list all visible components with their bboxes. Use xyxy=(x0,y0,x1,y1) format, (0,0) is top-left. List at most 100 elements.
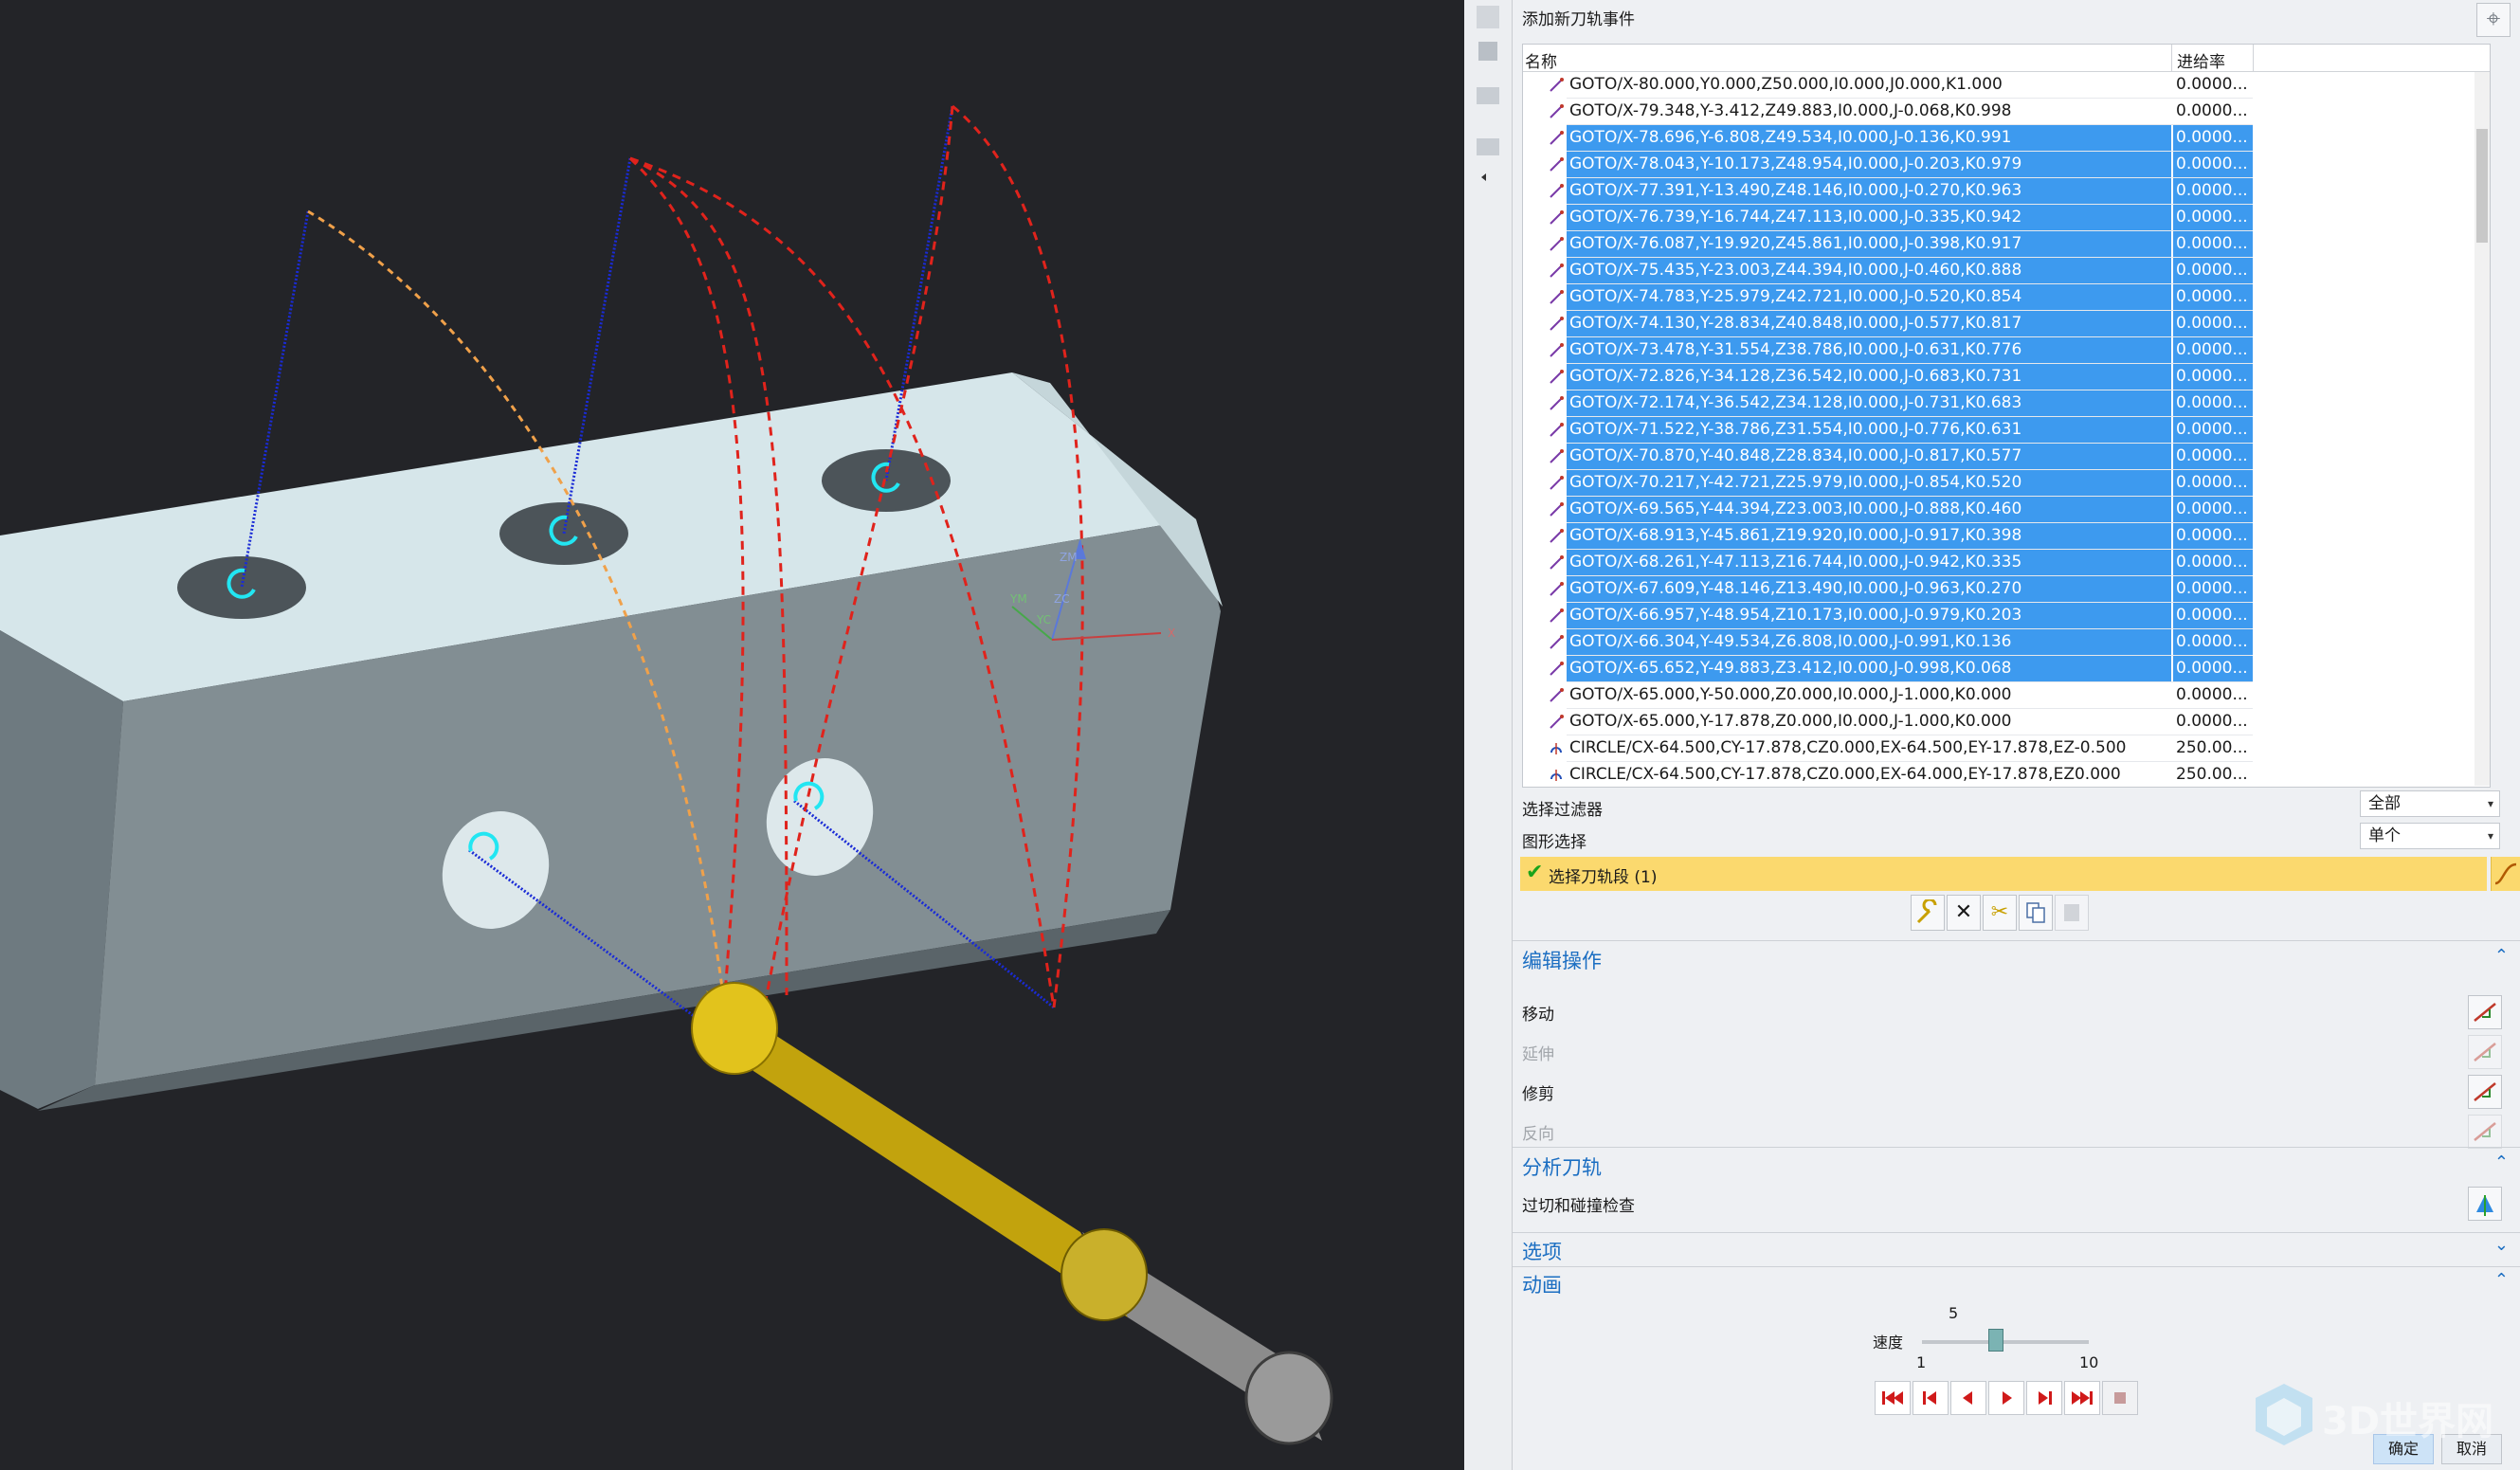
column-header-feed[interactable]: 进给率 xyxy=(2177,48,2225,72)
axis-label-zm: ZM xyxy=(1060,551,1078,564)
list-item[interactable]: GOTO/X-65.000,Y-17.878,Z0.000,I0.000,J-1… xyxy=(1523,709,2475,735)
axis-label-yc: YC xyxy=(1036,613,1051,626)
stop-button[interactable] xyxy=(2102,1381,2138,1415)
play-reverse-icon xyxy=(1963,1391,1972,1405)
step-back-button[interactable] xyxy=(1913,1381,1949,1415)
list-item[interactable]: GOTO/X-66.304,Y-49.534,Z6.808,I0.000,J-0… xyxy=(1523,629,2475,656)
list-item[interactable]: CIRCLE/CX-64.500,CY-17.878,CZ0.000,EX-64… xyxy=(1523,762,2475,787)
linear-motion-icon xyxy=(1550,449,1564,463)
list-item[interactable]: GOTO/X-69.565,Y-44.394,Z23.003,I0.000,J-… xyxy=(1523,497,2475,523)
paste-button[interactable] xyxy=(2055,895,2089,931)
step-back-icon xyxy=(1923,1391,1936,1405)
fast-forward-to-end-button[interactable] xyxy=(2064,1381,2100,1415)
options-section[interactable]: 选项 xyxy=(1522,1237,1562,1265)
list-item[interactable]: GOTO/X-66.957,Y-48.954,Z10.173,I0.000,J-… xyxy=(1523,603,2475,629)
chevron-up-icon[interactable]: ⌃ xyxy=(2494,946,2509,966)
list-item[interactable]: GOTO/X-73.478,Y-31.554,Z38.786,I0.000,J-… xyxy=(1523,337,2475,364)
step-forward-button[interactable] xyxy=(2026,1381,2062,1415)
list-item[interactable]: GOTO/X-78.696,Y-6.808,Z49.534,I0.000,J-0… xyxy=(1523,125,2475,152)
list-item[interactable]: GOTO/X-65.652,Y-49.883,Z3.412,I0.000,J-0… xyxy=(1523,656,2475,682)
scrollbar-thumb[interactable] xyxy=(2476,129,2488,243)
edit-op-button[interactable] xyxy=(2468,1075,2502,1109)
list-item[interactable]: GOTO/X-68.913,Y-45.861,Z19.920,I0.000,J-… xyxy=(1523,523,2475,550)
rewind-to-start-button[interactable] xyxy=(1875,1381,1911,1415)
linear-motion-icon xyxy=(1550,237,1564,251)
chevron-down-icon[interactable]: ⌄ xyxy=(2494,1235,2509,1255)
list-item[interactable]: GOTO/X-72.174,Y-36.542,Z34.128,I0.000,J-… xyxy=(1523,390,2475,417)
speed-slider-track[interactable] xyxy=(1922,1340,2089,1344)
filter-dropdown[interactable]: 全部 ▾ xyxy=(2360,790,2500,817)
event-feed-rate: 0.0000... xyxy=(2173,152,2253,177)
chevron-up-icon[interactable]: ⌃ xyxy=(2494,1152,2509,1172)
speed-min-label: 1 xyxy=(1916,1353,1927,1371)
edit-tool-button[interactable] xyxy=(1911,895,1945,931)
play-forward-button[interactable] xyxy=(1988,1381,2024,1415)
speed-slider-thumb[interactable] xyxy=(1988,1329,2004,1352)
linear-motion-icon xyxy=(1550,635,1564,649)
cut-button[interactable]: ✂ xyxy=(1983,895,2017,931)
list-item[interactable]: GOTO/X-71.522,Y-38.786,Z31.554,I0.000,J-… xyxy=(1523,417,2475,444)
model-view[interactable]: ZM ZC YM YC X xyxy=(0,0,1464,1470)
edit-op-button[interactable] xyxy=(2468,995,2502,1029)
history-icon[interactable] xyxy=(1473,131,1503,161)
part-navigator-icon[interactable] xyxy=(1473,36,1503,66)
list-item[interactable]: GOTO/X-74.130,Y-28.834,Z40.848,I0.000,J-… xyxy=(1523,311,2475,337)
list-item[interactable]: CIRCLE/CX-64.500,CY-17.878,CZ0.000,EX-64… xyxy=(1523,735,2475,762)
event-feed-rate: 0.0000... xyxy=(2173,178,2253,204)
copy-button[interactable] xyxy=(2019,895,2053,931)
reverse-icon xyxy=(2474,1122,2496,1141)
copy-icon xyxy=(2026,902,2045,923)
collapse-arrow-icon[interactable] xyxy=(1479,172,1489,182)
event-feed-rate: 0.0000... xyxy=(2173,284,2253,310)
animation-section[interactable]: 动画 xyxy=(1522,1270,1562,1298)
constraint-navigator-icon[interactable] xyxy=(1473,80,1503,110)
gouge-check-button[interactable] xyxy=(2468,1187,2502,1221)
resource-bar xyxy=(1464,0,1513,1470)
edit-op-button[interactable] xyxy=(2468,1115,2502,1149)
edit-toolpath-panel: 添加新刀轨事件 ⌖ 名称 进给率 GOTO/X-80.000,Y0.000,Z5… xyxy=(1513,0,2520,1470)
column-header-name[interactable]: 名称 xyxy=(1525,48,1557,72)
graphics-viewport[interactable]: ZM ZC YM YC X xyxy=(0,0,1464,1470)
event-name: GOTO/X-66.304,Y-49.534,Z6.808,I0.000,J-0… xyxy=(1567,629,2171,655)
select-curve-button[interactable] xyxy=(2491,857,2520,891)
list-item[interactable]: GOTO/X-74.783,Y-25.979,Z42.721,I0.000,J-… xyxy=(1523,284,2475,311)
list-item[interactable]: GOTO/X-72.826,Y-34.128,Z36.542,I0.000,J-… xyxy=(1523,364,2475,390)
circle-motion-icon xyxy=(1550,743,1562,754)
play-reverse-button[interactable] xyxy=(1950,1381,1986,1415)
toolpath-event-list[interactable]: 名称 进给率 GOTO/X-80.000,Y0.000,Z50.000,I0.0… xyxy=(1522,44,2491,788)
graphic-select-dropdown[interactable]: 单个 ▾ xyxy=(2360,823,2500,849)
event-name: GOTO/X-70.870,Y-40.848,Z28.834,I0.000,J-… xyxy=(1567,444,2171,469)
stop-icon xyxy=(2114,1392,2126,1404)
linear-motion-icon xyxy=(1550,131,1564,145)
add-event-button[interactable]: ⌖ xyxy=(2476,3,2511,37)
axis-label-zc: ZC xyxy=(1054,592,1070,606)
select-segment-label: 选择刀轨段 (1) xyxy=(1549,868,1658,887)
edit-op-button[interactable] xyxy=(2468,1035,2502,1069)
list-item[interactable]: GOTO/X-65.000,Y-50.000,Z0.000,I0.000,J-1… xyxy=(1523,682,2475,709)
list-item[interactable]: GOTO/X-76.087,Y-19.920,Z45.861,I0.000,J-… xyxy=(1523,231,2475,258)
list-item[interactable]: GOTO/X-80.000,Y0.000,Z50.000,I0.000,J0.0… xyxy=(1523,72,2475,99)
delete-button[interactable]: ✕ xyxy=(1947,895,1981,931)
list-item[interactable]: GOTO/X-79.348,Y-3.412,Z49.883,I0.000,J-0… xyxy=(1523,99,2475,125)
event-name: GOTO/X-72.826,Y-34.128,Z36.542,I0.000,J-… xyxy=(1567,364,2171,390)
list-item[interactable]: GOTO/X-70.217,Y-42.721,Z25.979,I0.000,J-… xyxy=(1523,470,2475,497)
graphic-select-label: 图形选择 xyxy=(1522,833,1586,852)
select-segment-row[interactable]: ✔ 选择刀轨段 (1) xyxy=(1520,857,2487,891)
event-name: GOTO/X-74.783,Y-25.979,Z42.721,I0.000,J-… xyxy=(1567,284,2171,310)
chevron-down-icon: ▾ xyxy=(2487,797,2493,810)
list-scrollbar[interactable] xyxy=(2475,72,2490,786)
linear-motion-icon xyxy=(1550,78,1564,92)
edit-operations-section[interactable]: 编辑操作 xyxy=(1522,946,1602,974)
list-item[interactable]: GOTO/X-70.870,Y-40.848,Z28.834,I0.000,J-… xyxy=(1523,444,2475,470)
list-item[interactable]: GOTO/X-77.391,Y-13.490,Z48.146,I0.000,J-… xyxy=(1523,178,2475,205)
assembly-navigator-icon[interactable] xyxy=(1473,2,1503,32)
list-item[interactable]: GOTO/X-76.739,Y-16.744,Z47.113,I0.000,J-… xyxy=(1523,205,2475,231)
list-item[interactable]: GOTO/X-68.261,Y-47.113,Z16.744,I0.000,J-… xyxy=(1523,550,2475,576)
list-item[interactable]: GOTO/X-78.043,Y-10.173,Z48.954,I0.000,J-… xyxy=(1523,152,2475,178)
list-rows: GOTO/X-80.000,Y0.000,Z50.000,I0.000,J0.0… xyxy=(1523,72,2475,787)
list-item[interactable]: GOTO/X-67.609,Y-48.146,Z13.490,I0.000,J-… xyxy=(1523,576,2475,603)
list-item[interactable]: GOTO/X-75.435,Y-23.003,Z44.394,I0.000,J-… xyxy=(1523,258,2475,284)
analyze-toolpath-section[interactable]: 分析刀轨 xyxy=(1522,1152,1602,1181)
linear-motion-icon xyxy=(1550,688,1564,702)
chevron-up-icon[interactable]: ⌃ xyxy=(2494,1270,2509,1290)
